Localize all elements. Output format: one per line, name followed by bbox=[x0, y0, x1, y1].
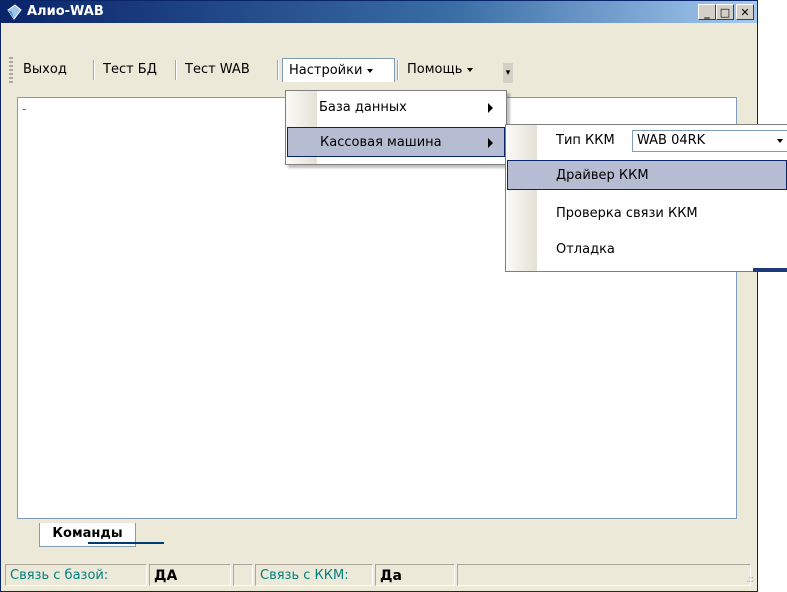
help-menu-label: Помощь bbox=[407, 62, 463, 77]
window-title: Алио-WAB bbox=[27, 4, 104, 19]
status-kkm-label: Связь с ККМ: bbox=[260, 568, 349, 583]
status-kkm-value-panel: Да bbox=[375, 564, 455, 586]
content-marker: - bbox=[22, 102, 27, 116]
resize-grip-icon[interactable]: .:: bbox=[746, 574, 754, 585]
toolbar-separator bbox=[397, 60, 398, 80]
menu-item-cash-machine[interactable]: Кассовая машина bbox=[287, 127, 505, 157]
app-window: Алио-WAB _ □ ✕ Выход Тест БД Тест WAB На… bbox=[0, 0, 758, 592]
menu-item-cash-machine-label: Кассовая машина bbox=[320, 135, 442, 150]
kkm-type-value: WAB 04RK bbox=[637, 133, 706, 148]
settings-dropdown-menu: База данных Кассовая машина bbox=[285, 90, 507, 165]
toolbar-separator bbox=[175, 60, 176, 80]
test-wab-button[interactable]: Тест WAB bbox=[179, 58, 256, 82]
dropdown-arrow-icon bbox=[467, 67, 474, 72]
settings-menu-button[interactable]: Настройки bbox=[282, 58, 395, 82]
kkm-type-row: Тип ККМ WAB 04RK bbox=[507, 126, 787, 158]
submenu-arrow-icon bbox=[488, 138, 493, 148]
kkm-type-label: Тип ККМ bbox=[556, 133, 615, 148]
status-db-label: Связь с базой: bbox=[10, 568, 109, 583]
status-spacer-panel bbox=[233, 564, 253, 586]
menu-item-kkm-check[interactable]: Проверка связи ККМ bbox=[507, 199, 787, 229]
chevron-down-icon[interactable] bbox=[773, 131, 787, 151]
minimize-button[interactable]: _ bbox=[698, 4, 716, 20]
dropdown-arrow-icon bbox=[367, 68, 374, 73]
toolbar: Выход Тест БД Тест WAB Настройки Помощь … bbox=[9, 53, 751, 87]
tab-commands[interactable]: Команды bbox=[39, 523, 164, 547]
cash-machine-submenu: Тип ККМ WAB 04RK Драйвер ККМ Проверка св… bbox=[505, 124, 787, 272]
close-button[interactable]: ✕ bbox=[736, 4, 754, 20]
menu-item-debug[interactable]: Отладка bbox=[507, 235, 787, 265]
status-empty-panel bbox=[457, 564, 751, 586]
title-bar[interactable]: Алио-WAB _ □ ✕ bbox=[1, 1, 757, 23]
maximize-button[interactable]: □ bbox=[716, 4, 734, 20]
toolbar-separator bbox=[93, 60, 94, 80]
toolbar-overflow-icon[interactable]: ▾ bbox=[503, 63, 513, 83]
menu-item-kkm-driver-label: Драйвер ККМ bbox=[556, 168, 649, 183]
status-db-value: ДА bbox=[154, 568, 178, 584]
menu-item-kkm-driver[interactable]: Драйвер ККМ bbox=[507, 160, 787, 190]
toolbar-separator bbox=[277, 60, 278, 80]
submenu-arrow-icon bbox=[488, 103, 493, 113]
help-menu-button[interactable]: Помощь bbox=[401, 58, 479, 82]
tab-active-indicator bbox=[88, 542, 164, 544]
status-kkm-value: Да bbox=[380, 568, 402, 584]
tab-commands-label: Команды bbox=[52, 526, 123, 541]
settings-menu-label: Настройки bbox=[289, 63, 363, 78]
menu-item-kkm-check-label: Проверка связи ККМ bbox=[556, 206, 698, 221]
menu-item-debug-label: Отладка bbox=[556, 242, 615, 257]
exit-button[interactable]: Выход bbox=[17, 58, 73, 82]
toolbar-grip[interactable] bbox=[9, 57, 13, 83]
status-kkm-label-panel: Связь с ККМ: bbox=[255, 564, 373, 586]
kkm-type-select[interactable]: WAB 04RK bbox=[632, 130, 787, 152]
status-db-label-panel: Связь с базой: bbox=[5, 564, 147, 586]
menu-item-database-label: База данных bbox=[319, 100, 407, 115]
status-bar: Связь с базой: ДА Связь с ККМ: Да .:: bbox=[1, 561, 757, 591]
status-db-value-panel: ДА bbox=[149, 564, 231, 586]
test-db-button[interactable]: Тест БД bbox=[97, 58, 163, 82]
app-logo-icon bbox=[7, 4, 22, 20]
window-edge bbox=[753, 268, 787, 272]
menu-item-database[interactable]: База данных bbox=[287, 93, 505, 123]
